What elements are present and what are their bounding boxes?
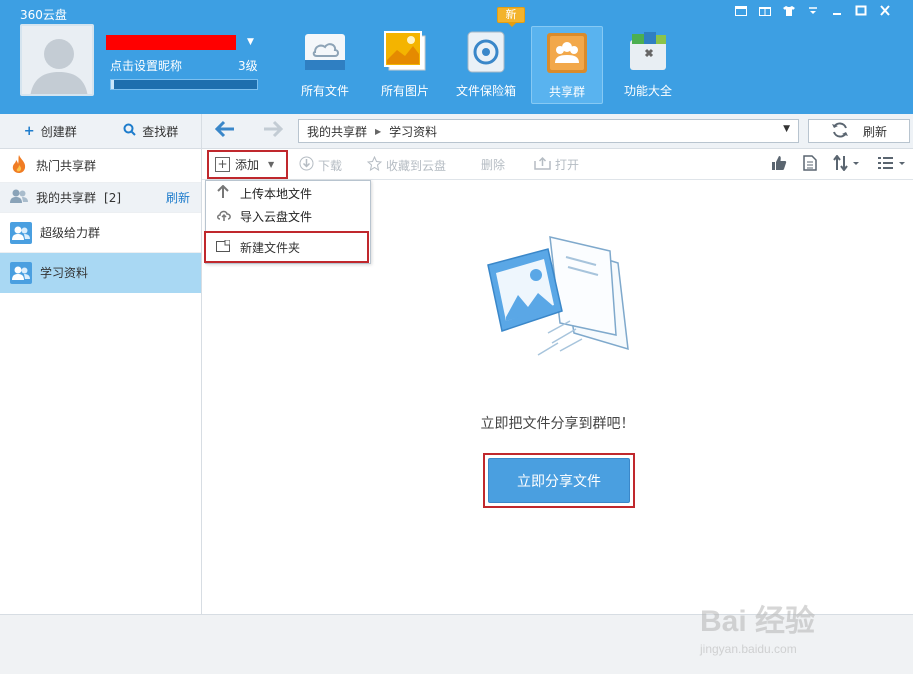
- plus-icon: +: [23, 123, 35, 139]
- back-arrow-icon[interactable]: [214, 119, 236, 143]
- sidebar-item-hot-groups[interactable]: 热门共享群: [0, 149, 201, 183]
- my-groups-count: [2]: [104, 190, 122, 205]
- add-icon: +: [215, 157, 230, 172]
- maximize-icon[interactable]: [855, 4, 867, 16]
- refresh-groups-link[interactable]: 刷新: [166, 189, 190, 206]
- group-name: 超级给力群: [40, 226, 101, 240]
- empty-state-text: 立即把文件分享到群吧！: [480, 416, 635, 432]
- tab-label: 所有文件: [300, 84, 349, 98]
- empty-files-illustration: [478, 223, 648, 373]
- calendar-icon[interactable]: [735, 4, 747, 16]
- title-bar: 360云盘 ▼ 点击设置昵称 3级 新 所有文件 所有图片 文件保险箱 共享群 …: [0, 0, 913, 114]
- watermark-url: jingyan.baidu.com: [700, 642, 797, 656]
- group-name: 学习资料: [40, 266, 89, 280]
- tab-label: 文件保险箱: [455, 84, 516, 98]
- user-level: 3级: [238, 59, 258, 73]
- delete-button[interactable]: 删除: [481, 156, 505, 173]
- forward-arrow-icon[interactable]: [262, 119, 284, 143]
- my-groups-label: 我的共享群: [36, 191, 97, 205]
- tab-share-groups[interactable]: 共享群: [531, 26, 603, 104]
- tab-label: 功能大全: [623, 84, 672, 98]
- photos-icon: [383, 30, 427, 74]
- view-tools: [771, 154, 907, 175]
- find-group-button[interactable]: 查找群: [101, 114, 202, 148]
- menu-icon[interactable]: [807, 4, 819, 16]
- create-group-label: 创建群: [40, 124, 77, 139]
- address-bar: 我的共享群 ▶ 学习资料 ▼ 刷新: [202, 114, 913, 149]
- breadcrumb-separator-icon: ▶: [375, 126, 382, 136]
- open-icon: [534, 156, 551, 173]
- open-button[interactable]: 打开: [534, 156, 579, 173]
- breadcrumb-item[interactable]: 我的共享群: [307, 123, 367, 140]
- tab-all-features[interactable]: 功能大全: [611, 26, 685, 104]
- download-icon: [299, 156, 314, 174]
- chevron-down-icon: ▼: [268, 160, 275, 169]
- share-button-highlight: 立即分享文件: [483, 453, 635, 508]
- app-title: 360云盘: [20, 8, 67, 22]
- sidebar-item-group[interactable]: 超级给力群: [0, 213, 201, 253]
- close-icon[interactable]: [879, 4, 891, 16]
- refresh-label: 刷新: [862, 124, 887, 139]
- refresh-button[interactable]: 刷新: [808, 119, 910, 143]
- watermark-brand: Bai 经验: [700, 605, 816, 638]
- window-controls: [735, 4, 891, 16]
- nickname-redacted[interactable]: [106, 35, 236, 50]
- users-icon: [10, 188, 28, 207]
- sort-icon[interactable]: [833, 154, 861, 175]
- baidu-watermark: Bai 经验 jingyan.baidu.com: [700, 596, 870, 656]
- document-icon[interactable]: [803, 155, 817, 175]
- find-group-label: 查找群: [142, 124, 179, 139]
- breadcrumb-item[interactable]: 学习资料: [389, 123, 437, 140]
- create-group-button[interactable]: + 创建群: [0, 114, 101, 148]
- skin-icon[interactable]: [783, 4, 795, 16]
- group-avatar-icon: [10, 221, 32, 244]
- save-to-cloud-button[interactable]: 收藏到云盘: [366, 155, 447, 174]
- sidebar-my-groups-header: 我的共享群 [2] 刷新: [0, 183, 201, 213]
- minimize-icon[interactable]: [831, 4, 843, 16]
- chevron-down-icon[interactable]: ▼: [783, 124, 790, 134]
- tab-file-safe[interactable]: 文件保险箱: [449, 26, 523, 104]
- tab-all-files[interactable]: 所有文件: [288, 26, 362, 104]
- open-label: 打开: [555, 158, 580, 172]
- tab-all-photos[interactable]: 所有图片: [368, 26, 442, 104]
- safe-icon: [464, 30, 508, 74]
- toolbar: + 添加 ▼ 下载 收藏到云盘 删除 打开: [202, 149, 913, 180]
- gift-icon[interactable]: [759, 4, 771, 16]
- sidebar-item-group-selected[interactable]: 学习资料: [0, 253, 201, 293]
- thumbs-up-icon[interactable]: [771, 155, 787, 175]
- tab-label: 所有图片: [380, 84, 429, 98]
- save-to-cloud-label: 收藏到云盘: [386, 158, 447, 173]
- level-progress-bar: [110, 79, 258, 90]
- group-avatar-icon: [10, 261, 32, 284]
- add-label: 添加: [235, 158, 260, 172]
- avatar[interactable]: [20, 24, 94, 96]
- group-share-icon: [545, 31, 589, 75]
- file-list-area: 立即把文件分享到群吧！ 立即分享文件: [202, 181, 913, 614]
- refresh-icon: [831, 121, 849, 141]
- new-badge: 新: [497, 7, 525, 27]
- add-button[interactable]: + 添加 ▼: [207, 150, 288, 179]
- breadcrumb[interactable]: 我的共享群 ▶ 学习资料 ▼: [298, 119, 799, 143]
- sidebar-actions: + 创建群 查找群: [0, 114, 201, 149]
- delete-label: 删除: [481, 158, 506, 172]
- star-icon: [366, 155, 383, 174]
- hot-groups-label: 热门共享群: [36, 159, 97, 173]
- chevron-down-icon[interactable]: ▼: [247, 37, 254, 47]
- tab-label: 共享群: [548, 85, 585, 99]
- search-icon: [123, 123, 136, 139]
- toolbox-icon: [626, 30, 670, 74]
- fire-icon: [10, 154, 28, 177]
- level-progress-fill: [111, 80, 114, 89]
- sidebar: + 创建群 查找群 热门共享群 我的共享群 [2] 刷新 超级给力群 学习资料: [0, 114, 202, 614]
- set-nickname-link[interactable]: 点击设置昵称: [110, 57, 182, 74]
- share-files-button[interactable]: 立即分享文件: [488, 458, 630, 503]
- download-button[interactable]: 下载: [299, 156, 342, 174]
- download-label: 下载: [318, 158, 343, 173]
- list-view-icon[interactable]: [877, 155, 907, 175]
- cloud-folder-icon: [303, 30, 347, 74]
